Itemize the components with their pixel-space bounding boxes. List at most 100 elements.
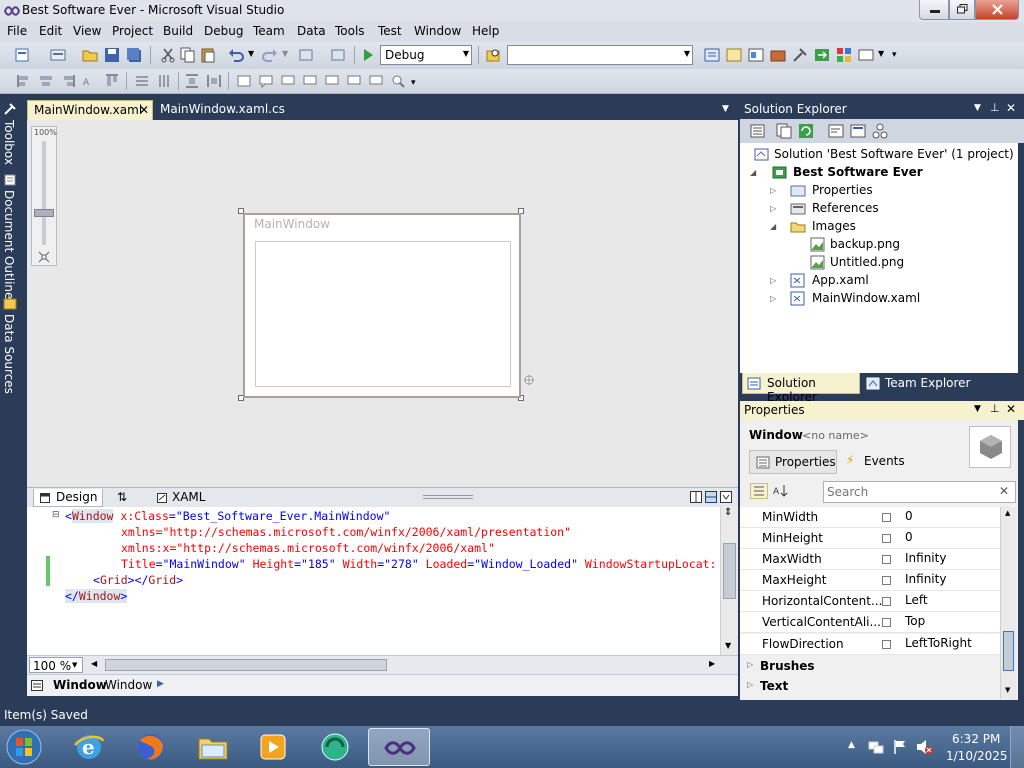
- sort-alphabetical-icon[interactable]: A: [772, 483, 790, 499]
- property-marker[interactable]: [882, 640, 891, 649]
- property-value[interactable]: Left: [905, 593, 928, 607]
- taskbar-visual-studio[interactable]: [368, 728, 430, 766]
- expand-arrow-icon[interactable]: ▷: [747, 680, 753, 689]
- taskbar-media-player[interactable]: [246, 728, 300, 766]
- property-row[interactable]: MaxWidth Infinity: [740, 549, 1000, 570]
- close-pane-icon[interactable]: ✕: [1006, 402, 1016, 416]
- taskbar-file-explorer[interactable]: [186, 728, 240, 766]
- clear-search-icon[interactable]: ✕: [999, 484, 1009, 498]
- property-value[interactable]: Infinity: [905, 551, 946, 565]
- solution-configuration-dropdown[interactable]: Debug ▼: [380, 45, 472, 65]
- new-project-icon[interactable]: [14, 47, 30, 63]
- xaml-tab[interactable]: XAML: [151, 489, 211, 507]
- view-designer-icon[interactable]: [850, 123, 866, 139]
- show-comments-icon[interactable]: [346, 73, 362, 89]
- menu-build[interactable]: Build: [163, 24, 193, 38]
- horizontal-split-icon[interactable]: [705, 491, 717, 503]
- command-window-icon[interactable]: [858, 47, 874, 63]
- splitter-grip[interactable]: [423, 495, 473, 499]
- breadcrumb-next-icon[interactable]: ▶: [157, 679, 164, 689]
- scroll-thumb[interactable]: [723, 543, 736, 599]
- property-marker[interactable]: [882, 555, 891, 564]
- split-editor-icon[interactable]: ⇕: [724, 507, 732, 518]
- menu-team[interactable]: Team: [253, 24, 285, 38]
- paste-icon[interactable]: [200, 47, 216, 63]
- document-outline-tab[interactable]: Document Outline: [2, 190, 16, 299]
- center-vertically-icon[interactable]: [206, 73, 222, 89]
- collapse-arrow-icon[interactable]: ◢: [770, 222, 776, 231]
- fit-to-window-icon[interactable]: [38, 251, 50, 263]
- category-text[interactable]: ▷ Text: [740, 676, 1000, 696]
- restore-button[interactable]: [949, 0, 975, 20]
- category-brushes[interactable]: ▷ Brushes: [740, 656, 1000, 676]
- property-row[interactable]: FlowDirection LeftToRight: [740, 634, 1000, 655]
- minimize-button[interactable]: [919, 0, 949, 20]
- toolbar-options-icon[interactable]: ▾: [411, 78, 416, 88]
- align-lefts-icon[interactable]: [16, 73, 32, 89]
- menu-debug[interactable]: Debug: [204, 24, 243, 38]
- center-horizontally-icon[interactable]: [184, 73, 200, 89]
- expand-arrow-icon[interactable]: ▷: [770, 276, 776, 285]
- scroll-thumb[interactable]: [1003, 631, 1014, 671]
- vertical-split-icon[interactable]: [690, 491, 702, 503]
- show-hidden-icons-icon[interactable]: ▲: [848, 740, 855, 750]
- toolbar-options-icon[interactable]: ▾: [892, 50, 897, 60]
- comment-edit-icon[interactable]: [368, 73, 384, 89]
- make-same-width-icon[interactable]: [134, 73, 150, 89]
- tab-solution-explorer[interactable]: Solution Explorer: [742, 373, 860, 404]
- property-value[interactable]: LeftToRight: [905, 636, 972, 650]
- toolbox-tab[interactable]: Toolbox: [2, 120, 16, 165]
- show-desktop-button[interactable]: [1010, 726, 1024, 768]
- expand-arrow-icon[interactable]: ▷: [770, 186, 776, 195]
- scroll-up-icon[interactable]: ▲: [1005, 509, 1010, 517]
- refresh-icon[interactable]: [798, 123, 814, 139]
- wpf-designer-surface[interactable]: 100% MainWindow: [27, 120, 738, 487]
- property-marker[interactable]: [882, 597, 891, 606]
- align-text-icon[interactable]: A: [82, 73, 98, 89]
- comment-next-icon[interactable]: [280, 73, 296, 89]
- zoom-slider[interactable]: 100%: [31, 126, 57, 266]
- property-row[interactable]: VerticalContentAli... Top: [740, 612, 1000, 633]
- menu-file[interactable]: File: [7, 24, 27, 38]
- events-tab[interactable]: ⚡ Events: [844, 450, 914, 474]
- menu-edit[interactable]: Edit: [39, 24, 62, 38]
- expand-arrow-icon[interactable]: ▷: [747, 660, 753, 669]
- tab-mainwindow-xaml-cs[interactable]: MainWindow.xaml.cs: [154, 100, 314, 120]
- auto-hide-pin-icon[interactable]: ⊥: [990, 101, 1000, 114]
- clock-time[interactable]: 6:32 PM: [952, 732, 1000, 746]
- class-diagram-icon[interactable]: [872, 123, 888, 139]
- tools-icon[interactable]: [792, 47, 808, 63]
- navigate-forward-icon[interactable]: [330, 47, 346, 63]
- clock-date[interactable]: 1/10/2025: [946, 749, 1008, 763]
- properties-scrollbar[interactable]: ▲ ▼: [1000, 507, 1016, 699]
- categorized-view-icon[interactable]: [750, 483, 768, 499]
- save-icon[interactable]: [104, 47, 120, 63]
- start-page-icon[interactable]: [814, 47, 830, 63]
- delete-comment-icon[interactable]: [324, 73, 340, 89]
- editor-vertical-scrollbar[interactable]: ⇕ ▼: [720, 507, 738, 655]
- find-in-files-icon[interactable]: [485, 47, 501, 63]
- toolbox-icon[interactable]: [770, 47, 786, 63]
- window-position-icon[interactable]: ▼: [974, 103, 981, 113]
- cut-icon[interactable]: [160, 47, 176, 63]
- property-row[interactable]: HorizontalContent... Left: [740, 591, 1000, 612]
- menu-view[interactable]: View: [73, 24, 101, 38]
- breadcrumb-root[interactable]: Window: [53, 678, 107, 692]
- auto-hide-pin-icon[interactable]: ⊥: [990, 402, 1000, 415]
- design-window-preview[interactable]: MainWindow: [243, 213, 521, 398]
- property-search-input[interactable]: [827, 484, 987, 500]
- outline-collapse-icon[interactable]: ⊟: [52, 510, 60, 520]
- property-value[interactable]: 0: [905, 509, 913, 523]
- bring-to-front-icon[interactable]: [236, 73, 252, 89]
- object-browser-icon[interactable]: [748, 47, 764, 63]
- window-position-icon[interactable]: ▼: [974, 404, 981, 414]
- view-code-icon[interactable]: [828, 123, 844, 139]
- find-combo[interactable]: ▼: [507, 45, 693, 65]
- property-value[interactable]: Top: [905, 614, 925, 628]
- tab-list-dropdown-icon[interactable]: ▼: [722, 104, 729, 114]
- data-sources-tab[interactable]: Data Sources: [2, 314, 16, 394]
- property-value[interactable]: Infinity: [905, 572, 946, 586]
- property-marker[interactable]: [882, 534, 891, 543]
- navigate-backward-icon[interactable]: [298, 47, 314, 63]
- start-button[interactable]: [4, 728, 44, 766]
